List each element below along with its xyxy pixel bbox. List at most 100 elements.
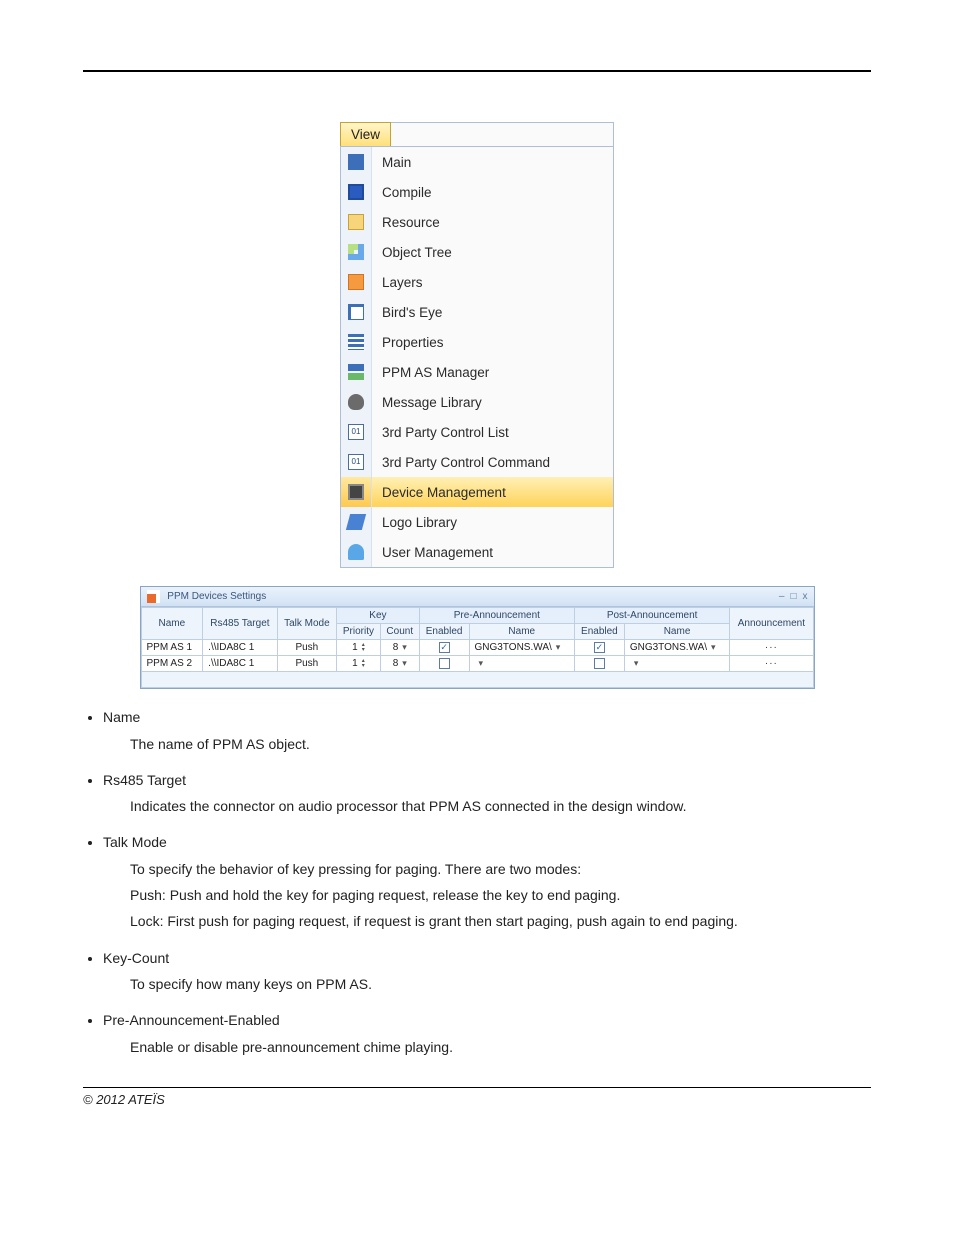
col-name[interactable]: Name [141,608,203,640]
menu-item-message-library[interactable]: Message Library [341,387,613,417]
bullet-pre-title: Pre-Announcement-Enabled [103,1012,280,1028]
menu-item-device-management[interactable]: Device Management [341,477,613,507]
cell-pre-name[interactable]: GNG3TONS.WA\ [469,640,574,656]
maximize-icon[interactable]: □ [790,591,796,602]
menu-label: 3rd Party Control List [372,425,509,440]
col-pre[interactable]: Pre-Announcement [419,608,574,624]
col-priority[interactable]: Priority [337,624,381,640]
menu-label: Logo Library [372,515,457,530]
bullet-talk-title: Talk Mode [103,834,167,850]
bullet-rs485-title: Rs485 Target [103,772,186,788]
bullet-talk-d2: Push: Push and hold the key for paging r… [130,885,871,905]
col-talk[interactable]: Talk Mode [277,608,336,640]
cell-post-name[interactable] [624,656,729,672]
menu-item-compile[interactable]: Compile [341,177,613,207]
cell-talk[interactable]: Push [277,656,336,672]
menu-item-logo-library[interactable]: Logo Library [341,507,613,537]
cell-post-enabled[interactable] [575,656,625,672]
col-post[interactable]: Post-Announcement [575,608,730,624]
menu-item-layers[interactable]: Layers [341,267,613,297]
main-icon [348,154,364,170]
menu-item-main[interactable]: Main [341,147,613,177]
checkbox-icon [594,642,605,653]
col-post-name[interactable]: Name [624,624,729,640]
cell-pre-enabled[interactable] [419,656,469,672]
compile-icon [348,184,364,200]
menu-label: 3rd Party Control Command [372,455,550,470]
layers-icon [348,274,364,290]
col-ann[interactable]: Announcement [730,608,813,640]
object-tree-icon [348,244,364,260]
menu-label: User Management [372,545,493,560]
close-icon[interactable]: x [803,591,808,602]
message-library-icon [348,394,364,410]
birds-eye-icon [348,304,364,320]
bullet-talk-d3: Lock: First push for paging request, if … [130,911,871,931]
bullet-pre-desc: Enable or disable pre-announcement chime… [130,1037,871,1057]
view-tab[interactable]: View [340,122,391,146]
cell-count[interactable]: 8 [380,640,419,656]
bullet-key-title: Key-Count [103,950,169,966]
bullet-talk-d1: To specify the behavior of key pressing … [130,859,871,879]
document-body: Name The name of PPM AS object. Rs485 Ta… [83,707,871,1057]
menu-item-third-party-list[interactable]: 01 3rd Party Control List [341,417,613,447]
menu-item-properties[interactable]: Properties [341,327,613,357]
cell-post-name[interactable]: GNG3TONS.WA\ [624,640,729,656]
menu-item-resource[interactable]: Resource [341,207,613,237]
col-count[interactable]: Count [380,624,419,640]
checkbox-icon [439,642,450,653]
col-pre-name[interactable]: Name [469,624,574,640]
cell-rs485[interactable]: .\\IDA8C 1 [203,656,277,672]
cell-ann[interactable]: ··· [730,656,813,672]
view-menu: View Main Compile Resource Object Tree L… [340,122,614,568]
user-management-icon [348,544,364,560]
cell-pre-enabled[interactable] [419,640,469,656]
menu-label: Bird's Eye [372,305,442,320]
cell-name[interactable]: PPM AS 1 [141,640,203,656]
bullet-name-desc: The name of PPM AS object. [130,734,871,754]
menu-item-object-tree[interactable]: Object Tree [341,237,613,267]
menu-label: Layers [372,275,423,290]
col-post-enabled[interactable]: Enabled [575,624,625,640]
menu-label: Properties [372,335,444,350]
menu-label: Object Tree [372,245,452,260]
window-app-icon [147,590,160,603]
menu-label: Compile [372,185,432,200]
cell-priority[interactable]: 1▴▾ [337,640,381,656]
properties-icon [348,334,364,350]
cell-rs485[interactable]: .\\IDA8C 1 [203,640,277,656]
cell-count[interactable]: 8 [380,656,419,672]
window-title: PPM Devices Settings [147,590,267,603]
logo-library-icon [346,514,366,530]
third-party-list-icon: 01 [348,424,364,440]
menu-label: PPM AS Manager [372,365,489,380]
menu-label: Message Library [372,395,482,410]
checkbox-icon [594,658,605,669]
table-row: PPM AS 1 .\\IDA8C 1 Push 1▴▾ 8 GNG3TONS.… [141,640,813,656]
cell-name[interactable]: PPM AS 2 [141,656,203,672]
checkbox-icon [439,658,450,669]
settings-grid: Name Rs485 Target Talk Mode Key Pre-Anno… [141,607,814,688]
ppm-devices-settings-window: PPM Devices Settings – □ x Name Rs485 Ta… [140,586,815,689]
col-rs485[interactable]: Rs485 Target [203,608,277,640]
menu-label: Device Management [372,485,506,500]
menu-item-user-management[interactable]: User Management [341,537,613,567]
ppm-as-manager-icon [348,364,364,380]
cell-talk[interactable]: Push [277,640,336,656]
cell-pre-name[interactable] [469,656,574,672]
bullet-name-title: Name [103,709,140,725]
cell-priority[interactable]: 1▴▾ [337,656,381,672]
bullet-key-desc: To specify how many keys on PPM AS. [130,974,871,994]
cell-post-enabled[interactable] [575,640,625,656]
third-party-command-icon: 01 [348,454,364,470]
col-pre-enabled[interactable]: Enabled [419,624,469,640]
table-row: PPM AS 2 .\\IDA8C 1 Push 1▴▾ 8 ··· [141,656,813,672]
menu-item-third-party-command[interactable]: 01 3rd Party Control Command [341,447,613,477]
cell-ann[interactable]: ··· [730,640,813,656]
menu-item-ppm-as-manager[interactable]: PPM AS Manager [341,357,613,387]
minimize-icon[interactable]: – [779,591,785,602]
menu-label: Main [372,155,411,170]
resource-icon [348,214,364,230]
menu-item-birds-eye[interactable]: Bird's Eye [341,297,613,327]
col-key[interactable]: Key [337,608,420,624]
